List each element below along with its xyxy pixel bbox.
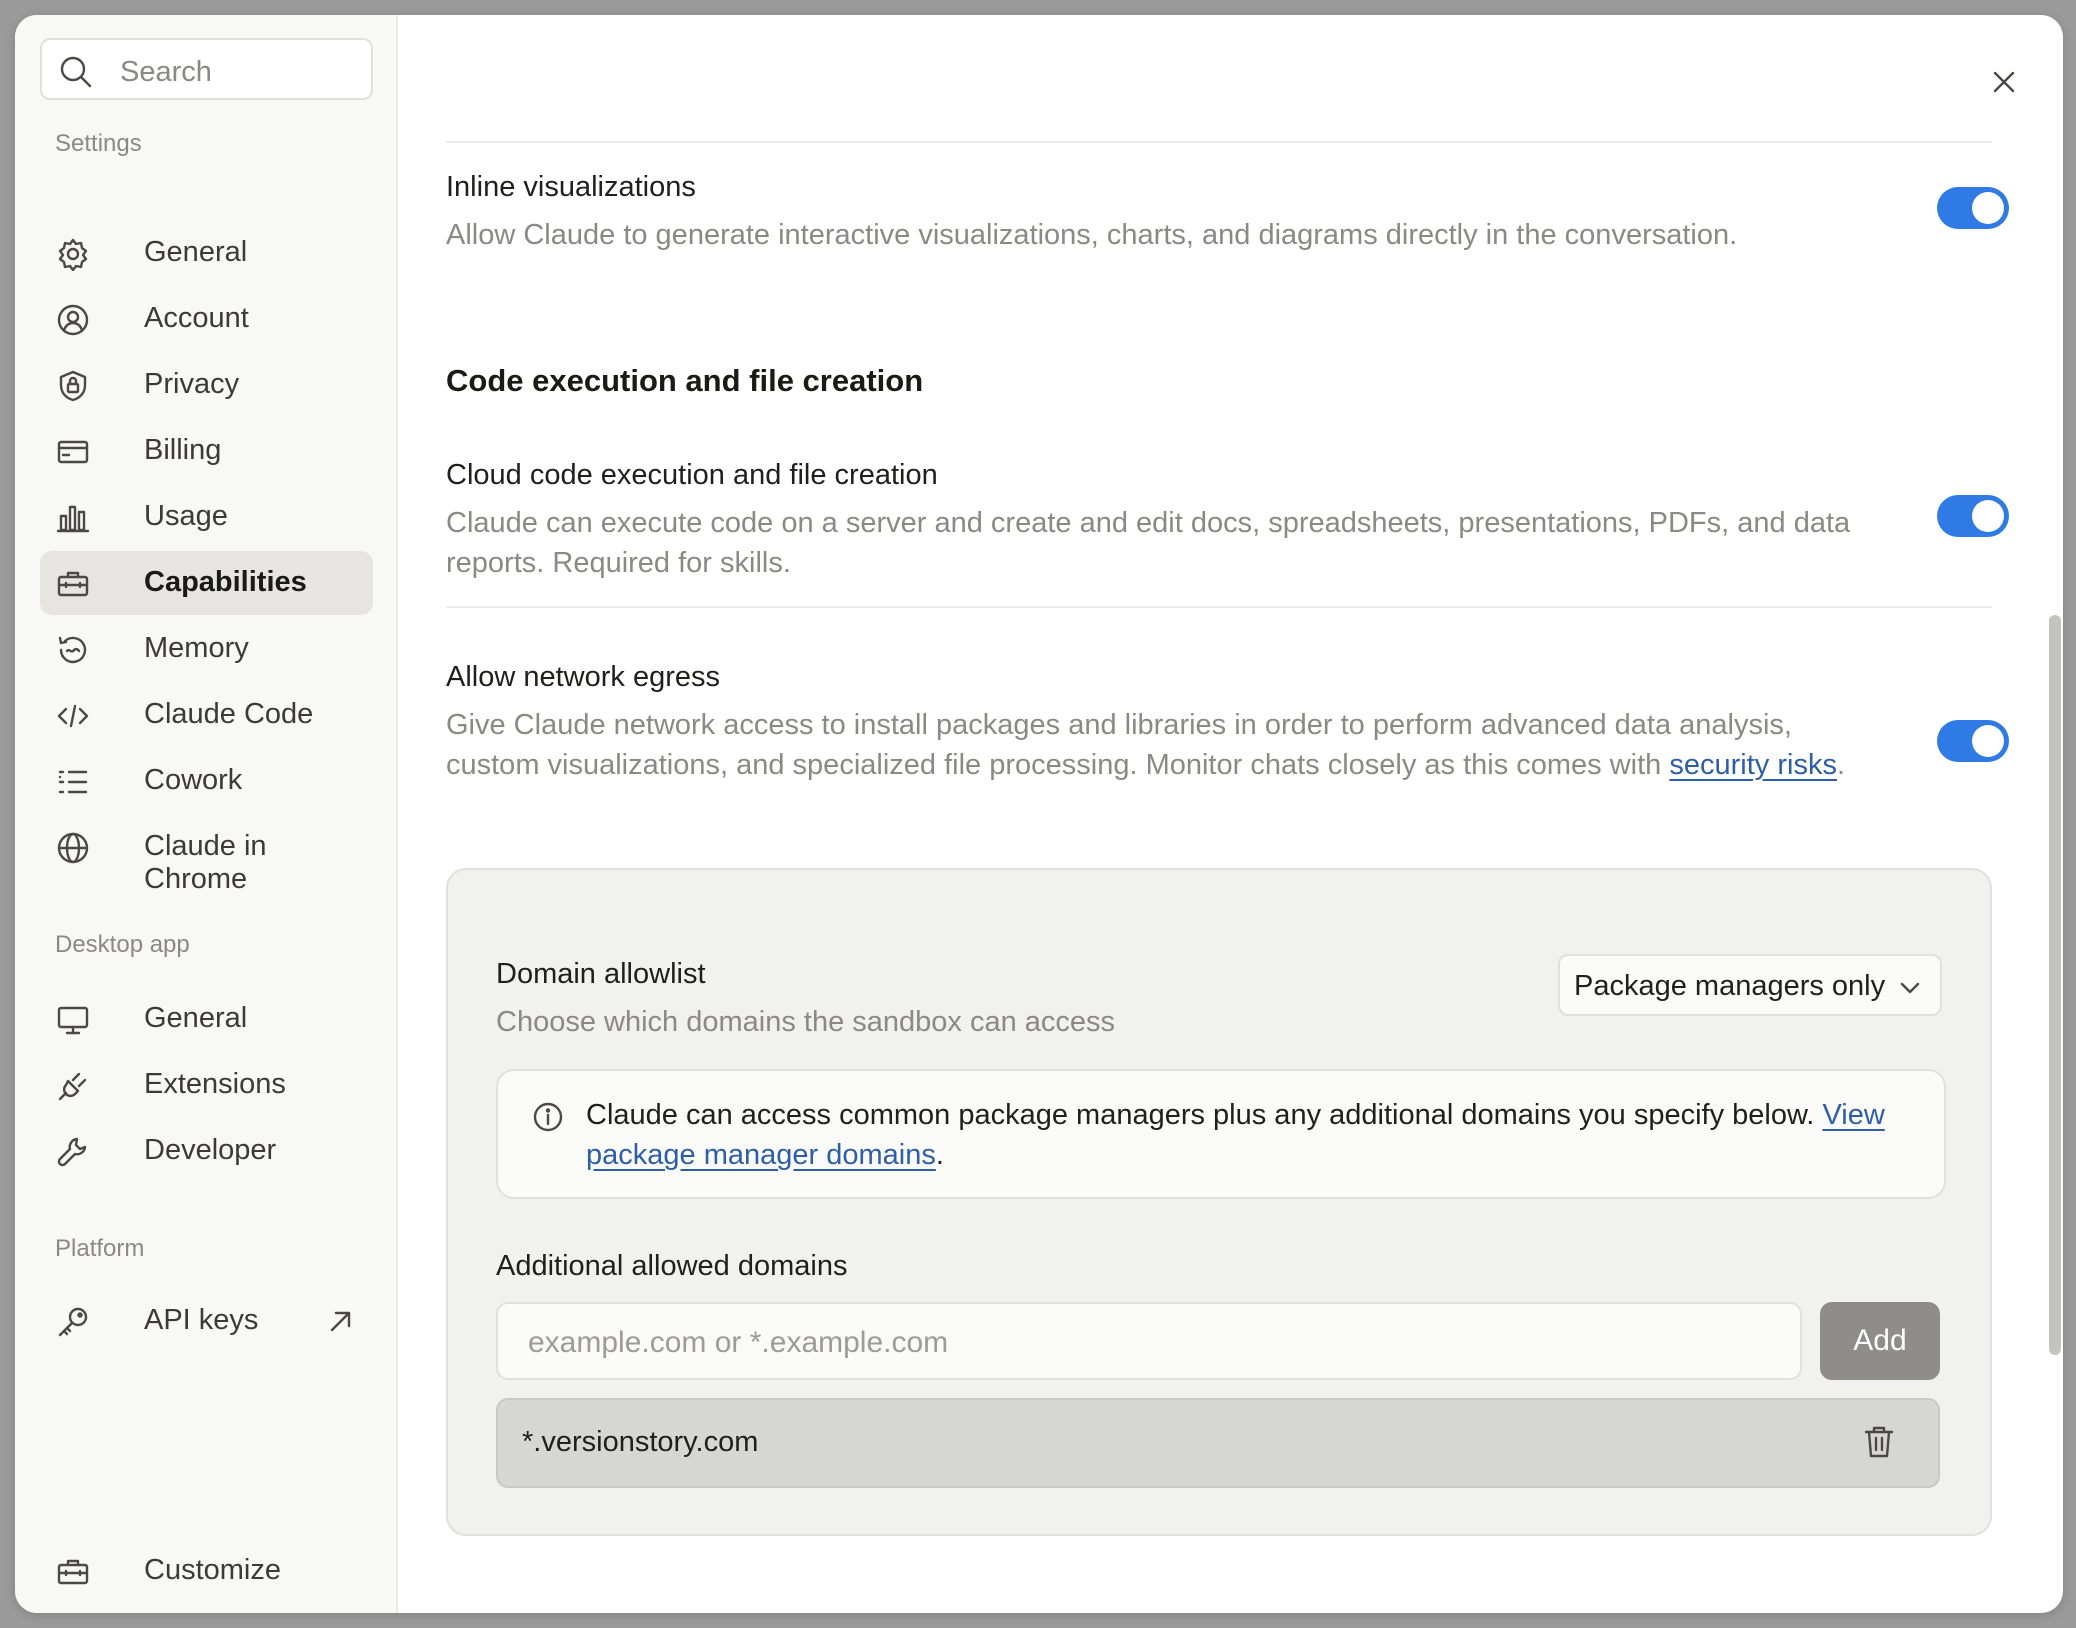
search-icon [60,56,92,88]
history-icon [58,636,87,664]
domain-value: *.versionstory.com [522,1426,759,1458]
sidebar-item-claude-code[interactable]: Claude Code [40,683,373,747]
desktop-section-label: Desktop app [55,931,190,958]
main-content: Inline visualizations Allow Claude to ge… [400,15,2063,1613]
sidebar-item-label: Customize [144,1554,281,1586]
sidebar-item-api-keys[interactable]: API keys [40,1289,373,1353]
sidebar-item-claude-in-chrome[interactable]: Claude in Chrome [40,815,373,895]
credit-card-icon [57,440,89,464]
network-egress-title: Allow network egress [446,661,720,693]
wrench-icon [57,1137,87,1167]
dropdown-value: Package managers only [1574,970,1886,1002]
sidebar-item-cowork[interactable]: Cowork [40,749,373,813]
sidebar: Search Settings General Account Privacy … [15,15,398,1613]
search-placeholder: Search [120,56,212,88]
external-link-icon [330,1311,351,1332]
monitor-icon [57,1006,89,1035]
platform-section-label: Platform [55,1235,145,1262]
user-circle-icon [57,304,89,336]
sidebar-item-label: Capabilities [144,566,307,598]
sidebar-item-label: Cowork [144,764,243,796]
sidebar-item-label: General [144,1002,248,1034]
domain-input-placeholder: example.com or *.example.com [528,1326,949,1359]
sidebar-item-label: Extensions [144,1068,286,1100]
domain-input[interactable]: example.com or *.example.com [496,1302,1802,1380]
sidebar-item-capabilities[interactable]: Capabilities [40,551,373,615]
sidebar-item-label: Billing [144,434,222,466]
settings-window: Search Settings General Account Privacy … [15,15,2063,1613]
domain-allowlist-panel: Domain allowlist Choose which domains th… [446,868,1992,1536]
sidebar-item-label: Memory [144,632,249,664]
security-risks-link[interactable]: security risks [1669,749,1837,781]
sidebar-item-account[interactable]: Account [40,287,373,351]
additional-domains-label: Additional allowed domains [496,1250,848,1282]
info-icon [533,1102,563,1132]
globe-icon [57,832,89,864]
inline-viz-title: Inline visualizations [446,171,696,203]
key-icon [58,1307,88,1337]
cloud-code-title: Cloud code execution and file creation [446,459,938,491]
divider [446,141,1992,143]
plug-icon [58,1072,87,1101]
trash-icon[interactable] [1862,1424,1896,1460]
sidebar-item-label: General [144,236,248,268]
sidebar-item-label: Claude in Chrome [144,830,267,895]
sidebar-item-extensions[interactable]: Extensions [40,1053,373,1117]
scrollbar[interactable] [2049,615,2061,1355]
sidebar-item-label: Developer [144,1134,277,1166]
bar-chart-icon [56,505,90,533]
allowlist-dropdown[interactable]: Package managers only [1558,954,1942,1016]
sidebar-item-privacy[interactable]: Privacy [40,353,373,417]
sidebar-item-desktop-general[interactable]: General [40,987,373,1051]
sidebar-item-usage[interactable]: Usage [40,485,373,549]
allowlist-desc: Choose which domains the sandbox can acc… [496,1006,1116,1038]
code-icon [57,704,89,728]
search-input[interactable]: Search [40,38,373,100]
add-domain-button[interactable]: Add [1820,1302,1940,1380]
divider [446,606,1992,608]
inline-viz-toggle[interactable] [1937,187,2009,229]
settings-section-label: Settings [55,130,142,157]
briefcase-icon [57,571,89,597]
checklist-icon [58,770,88,794]
network-egress-desc: Give Claude network access to install pa… [446,709,1846,781]
allowlist-title: Domain allowlist [496,958,706,990]
gear-icon [58,238,88,271]
cloud-code-desc: Claude can execute code on a server and … [446,507,1851,579]
domain-list-item: *.versionstory.com [496,1398,1940,1488]
sidebar-item-label: Account [144,302,249,334]
sidebar-item-label: Privacy [144,368,240,400]
sidebar-item-label: Claude Code [144,698,314,730]
network-egress-toggle[interactable] [1937,720,2009,762]
shield-lock-icon [59,370,87,402]
info-text: Claude can access common package manager… [586,1099,1885,1171]
inline-viz-desc: Allow Claude to generate interactive vis… [446,219,1738,251]
sidebar-item-developer[interactable]: Developer [40,1119,373,1183]
info-callout: Claude can access common package manager… [496,1069,1946,1199]
sidebar-item-memory[interactable]: Memory [40,617,373,681]
cloud-code-toggle[interactable] [1937,495,2009,537]
sidebar-item-general[interactable]: General [40,221,373,285]
sidebar-item-customize[interactable]: Customize [40,1539,373,1603]
sidebar-item-billing[interactable]: Billing [40,419,373,483]
briefcase-icon [57,1559,89,1585]
chevron-down-icon [1900,982,1920,994]
sidebar-item-label: Usage [144,500,228,532]
close-icon[interactable] [1987,65,2021,99]
code-section-heading: Code execution and file creation [446,363,924,398]
sidebar-item-label: API keys [144,1304,259,1336]
